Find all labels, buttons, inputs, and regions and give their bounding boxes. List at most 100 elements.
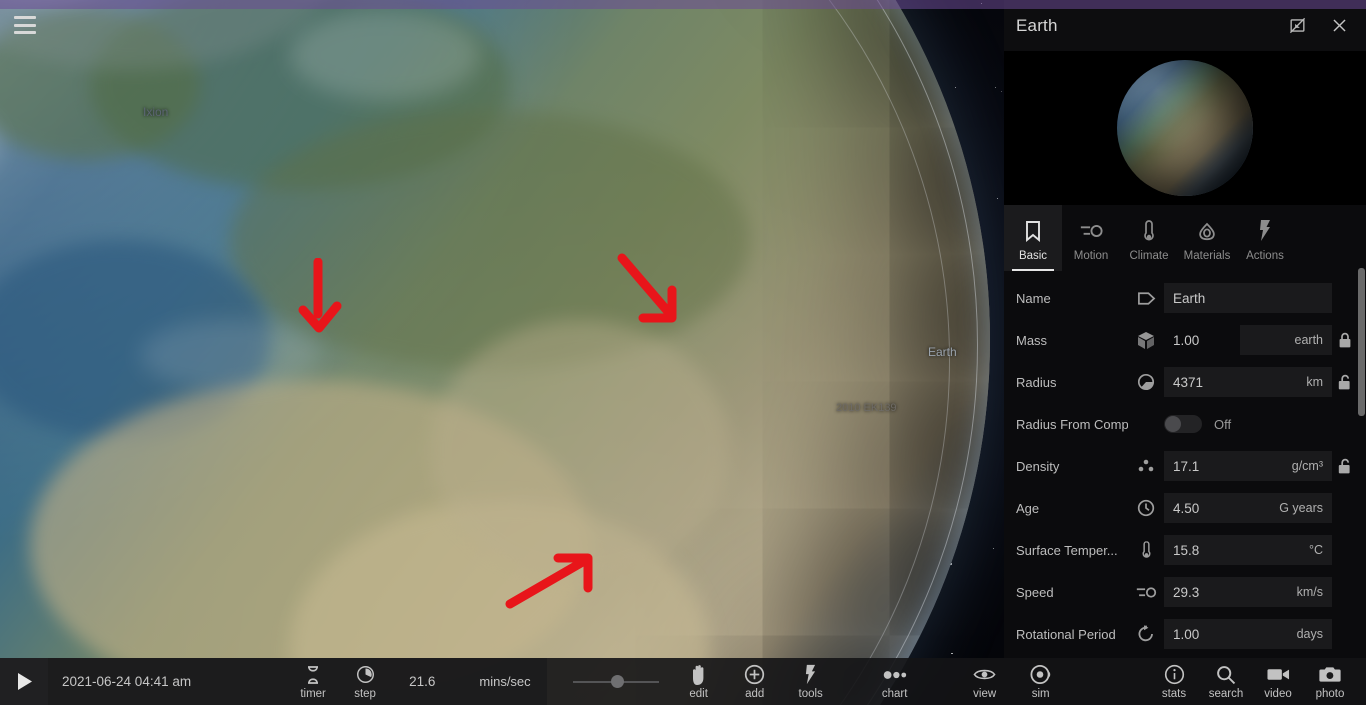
close-icon[interactable] bbox=[1328, 15, 1350, 37]
property-unit: g/cm³ bbox=[1291, 459, 1323, 473]
stopwatch-icon bbox=[356, 664, 375, 686]
tool-button-chart[interactable]: chart bbox=[867, 658, 923, 705]
property-value[interactable]: 29.3 bbox=[1173, 585, 1199, 600]
panel-tabs: Basic Motion Climate Materials Actions bbox=[1004, 205, 1366, 271]
property-label: Surface Temper... bbox=[1016, 542, 1118, 558]
tool-label: search bbox=[1208, 687, 1244, 700]
tool-button-add[interactable]: add bbox=[727, 658, 783, 705]
info-circle-icon bbox=[1164, 664, 1185, 686]
bolt-icon bbox=[1257, 218, 1273, 244]
plus-circle-icon bbox=[744, 664, 765, 686]
property-field[interactable]: 17.1 g/cm³ bbox=[1164, 451, 1332, 481]
tool-button-view[interactable]: view bbox=[957, 658, 1013, 705]
camera-icon bbox=[1319, 664, 1341, 686]
tab-basic[interactable]: Basic bbox=[1004, 205, 1062, 271]
tool-label: video bbox=[1264, 687, 1292, 700]
tool-label: photo bbox=[1315, 687, 1345, 700]
property-value[interactable]: 4.50 bbox=[1173, 501, 1199, 516]
play-button[interactable] bbox=[0, 658, 48, 705]
time-rate-unit[interactable]: mins/sec bbox=[435, 674, 530, 689]
body-label-ixion[interactable]: Ixion bbox=[143, 105, 168, 119]
tool-label: sim bbox=[1031, 687, 1050, 700]
property-label: Mass bbox=[1016, 332, 1048, 348]
property-field[interactable]: 4371 km bbox=[1164, 367, 1332, 397]
property-value[interactable]: 17.1 bbox=[1173, 459, 1199, 474]
time-rate-slider[interactable] bbox=[572, 658, 659, 705]
thermometer-icon bbox=[1143, 218, 1155, 244]
simulation-datetime[interactable]: 2021-06-24 04:41 am timer step 21.6 mins… bbox=[48, 658, 547, 705]
property-row-name: Name Earth bbox=[1004, 277, 1366, 319]
property-field[interactable]: 1.00 days bbox=[1164, 619, 1332, 649]
property-unit: G years bbox=[1279, 501, 1323, 515]
property-field[interactable]: Earth bbox=[1164, 283, 1332, 313]
space-viewport[interactable]: Ixion Earth 2010 EK139 bbox=[0, 0, 1006, 705]
tool-button-tools[interactable]: tools bbox=[783, 658, 839, 705]
tool-button-edit[interactable]: edit bbox=[671, 658, 727, 705]
hand-icon bbox=[689, 664, 709, 686]
bottom-toolbar: 2021-06-24 04:41 am timer step 21.6 mins… bbox=[0, 658, 1366, 705]
property-value[interactable]: Earth bbox=[1173, 291, 1205, 306]
property-unit[interactable]: earth bbox=[1240, 325, 1332, 355]
tool-label: tools bbox=[798, 687, 823, 700]
utility-button-video[interactable]: video bbox=[1252, 658, 1304, 705]
property-field[interactable]: 1.00 earth bbox=[1164, 325, 1332, 355]
property-field[interactable]: 4.50 G years bbox=[1164, 493, 1332, 523]
no-label-icon[interactable] bbox=[1286, 15, 1308, 37]
object-info-panel: Earth Basic Motion Climate Materials Act… bbox=[1004, 0, 1366, 658]
panel-scrollbar-thumb[interactable] bbox=[1358, 268, 1365, 416]
orbit-icon bbox=[1030, 664, 1052, 686]
tool-label: edit bbox=[689, 687, 708, 700]
cube-icon bbox=[1128, 331, 1164, 350]
utility-buttons: stats search video photo bbox=[1148, 658, 1366, 705]
tool-label: view bbox=[973, 687, 997, 700]
property-field[interactable]: 29.3 km/s bbox=[1164, 577, 1332, 607]
tool-button-sim[interactable]: sim bbox=[1013, 658, 1069, 705]
body-label-2010-ek139[interactable]: 2010 EK139 bbox=[836, 402, 897, 414]
tool-label: chart bbox=[881, 687, 908, 700]
property-row-mass: Mass 1.00 earth bbox=[1004, 319, 1366, 361]
timer-button[interactable]: timer bbox=[287, 664, 339, 700]
property-value[interactable]: 1.00 bbox=[1164, 333, 1199, 348]
property-label: Density bbox=[1016, 458, 1060, 474]
app-root: Ixion Earth 2010 EK139 Earth Basic Motio… bbox=[0, 0, 1366, 705]
video-camera-icon bbox=[1266, 664, 1290, 686]
property-value[interactable]: 4371 bbox=[1173, 375, 1203, 390]
tab-materials[interactable]: Materials bbox=[1178, 205, 1236, 271]
lock-closed-icon[interactable] bbox=[1332, 332, 1358, 349]
lock-open-icon[interactable] bbox=[1332, 374, 1358, 391]
tab-label: Materials bbox=[1183, 250, 1231, 262]
property-row-speed: Speed 29.3 km/s bbox=[1004, 571, 1366, 613]
tab-climate[interactable]: Climate bbox=[1120, 205, 1178, 271]
tab-label: Climate bbox=[1129, 250, 1169, 262]
property-row-surface-temper: Surface Temper... 15.8 °C bbox=[1004, 529, 1366, 571]
body-label-earth[interactable]: Earth bbox=[928, 345, 957, 359]
tab-label: Basic bbox=[1018, 250, 1048, 262]
property-value[interactable]: 15.8 bbox=[1173, 543, 1199, 558]
property-value[interactable]: 1.00 bbox=[1173, 627, 1199, 642]
tab-actions[interactable]: Actions bbox=[1236, 205, 1294, 271]
property-unit: days bbox=[1296, 627, 1323, 641]
radius-from-composition-toggle[interactable] bbox=[1164, 415, 1202, 433]
utility-button-stats[interactable]: stats bbox=[1148, 658, 1200, 705]
lock-open-icon[interactable] bbox=[1332, 458, 1358, 475]
property-label: Radius From Composi... bbox=[1016, 416, 1128, 432]
tab-label: Motion bbox=[1073, 250, 1109, 262]
hamburger-menu-icon[interactable] bbox=[14, 16, 36, 34]
panel-title: Earth bbox=[1016, 15, 1058, 35]
utility-button-search[interactable]: search bbox=[1200, 658, 1252, 705]
datetime-label: 2021-06-24 04:41 am bbox=[62, 674, 192, 689]
bookmark-icon bbox=[1023, 218, 1043, 244]
property-label: Radius bbox=[1016, 374, 1057, 390]
tool-buttons: edit add tools chart view sim bbox=[671, 658, 1069, 705]
utility-button-photo[interactable]: photo bbox=[1304, 658, 1356, 705]
property-row-rotational-period: Rotational Period 1.00 days bbox=[1004, 613, 1366, 655]
step-button[interactable]: step bbox=[339, 664, 391, 700]
tag-icon bbox=[1128, 291, 1164, 306]
time-rate-value[interactable]: 21.6 bbox=[391, 674, 435, 689]
property-row-radius: Radius 4371 km bbox=[1004, 361, 1366, 403]
property-label: Speed bbox=[1016, 584, 1054, 600]
timer-label: timer bbox=[300, 687, 326, 700]
property-field[interactable]: 15.8 °C bbox=[1164, 535, 1332, 565]
property-label: Name bbox=[1016, 290, 1051, 306]
tab-motion[interactable]: Motion bbox=[1062, 205, 1120, 271]
